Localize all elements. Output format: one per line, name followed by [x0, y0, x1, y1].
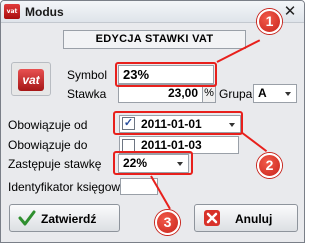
symbol-label: Symbol	[67, 68, 108, 82]
callout-badge-2: 2	[257, 153, 282, 178]
form-header: EDYCJA STAWKI VAT	[63, 30, 246, 49]
vat-icon-glyph: vat	[18, 69, 44, 91]
cancel-label: Anuluj	[235, 212, 273, 226]
highlight-symbol	[115, 62, 217, 87]
grupa-select[interactable]: A	[253, 84, 297, 103]
cancel-icon	[204, 210, 220, 226]
identyfikator-label: Identyfikator księgowy	[8, 180, 127, 194]
callout-badge-1: 1	[257, 9, 282, 34]
obowiazuje-od-label: Obowiązuje od	[8, 118, 88, 132]
app-icon: vat	[4, 4, 20, 19]
grupa-value: A	[258, 86, 267, 100]
vat-icon: vat	[11, 62, 51, 96]
cancel-button[interactable]: Anuluj	[194, 204, 298, 232]
close-button[interactable]: ✕	[282, 4, 298, 20]
modus-dialog: vat Modus ✕ EDYCJA STAWKI VAT vat Symbol…	[0, 0, 305, 243]
callout-line-2	[240, 131, 268, 153]
checkmark-icon	[18, 210, 36, 226]
form-header-title: EDYCJA STAWKI VAT	[95, 33, 214, 45]
zastepuje-label: Zastępuje stawkę	[8, 157, 102, 171]
highlight-date	[113, 111, 243, 135]
highlight-zastepuje	[113, 151, 193, 175]
window-title: Modus	[25, 5, 64, 19]
obowiazuje-do-label: Obowiązuje do	[8, 138, 88, 152]
confirm-label: Zatwierdź	[41, 212, 97, 226]
chevron-down-icon	[285, 92, 291, 96]
grupa-label: Grupa	[219, 87, 253, 101]
stawka-label: Stawka	[67, 87, 107, 101]
callout-badge-3: 3	[155, 210, 180, 235]
confirm-button[interactable]: Zatwierdź	[9, 204, 120, 232]
